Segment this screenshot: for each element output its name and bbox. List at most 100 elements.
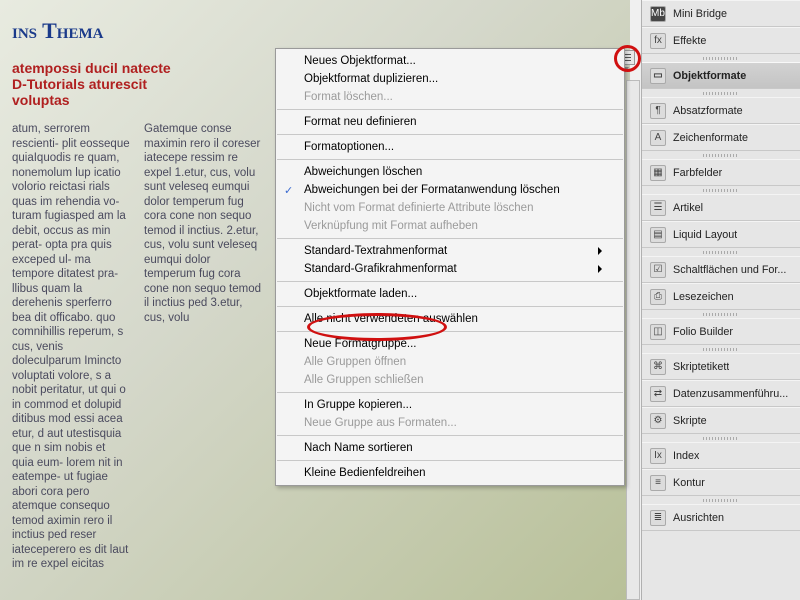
panel-icon: ≣ [650, 510, 666, 526]
menu-item-label: Objektformat duplizieren... [304, 73, 438, 85]
panel-icon: ⎙ [650, 289, 666, 305]
panel-label: Zeichenformate [673, 132, 748, 144]
panel-label: Artikel [673, 202, 703, 214]
menu-item-label: Abweichungen bei der Formatanwendung lös… [304, 184, 560, 196]
panel-group-divider [642, 345, 800, 353]
menu-item-label: Formatoptionen... [304, 141, 394, 153]
menu-item[interactable]: Objektformate laden... [276, 285, 624, 303]
panel-item[interactable]: ☑Schaltflächen und For... [642, 256, 800, 283]
panel-group-divider [642, 89, 800, 97]
objektformate-context-menu: Neues Objektformat... Objektformat dupliz… [275, 48, 625, 486]
panel-group-divider [642, 186, 800, 194]
panel-item[interactable]: ≡ Kontur [642, 469, 800, 496]
panel-label: Mini Bridge [673, 8, 727, 20]
panel-label: Datenzusammenführu... [673, 388, 788, 400]
menu-separator [277, 109, 623, 110]
panel-icon: ▦ [650, 165, 666, 181]
panel-icon: ▭ [650, 68, 666, 84]
panel-label: Kontur [673, 477, 705, 489]
menu-item-label: Standard-Grafikrahmenformat [304, 263, 457, 275]
menu-item[interactable]: Abweichungen löschen [276, 163, 624, 181]
menu-item[interactable]: Kleine Bedienfeldreihen [276, 464, 624, 482]
panel-item[interactable]: ⚙Skripte [642, 407, 800, 434]
panel-item[interactable]: ☰ Artikel [642, 194, 800, 221]
menu-separator [277, 460, 623, 461]
menu-item[interactable]: Format neu definieren [276, 113, 624, 131]
right-panel-strip: Mb Mini Bridge fxEffekte ▭ Objektformate ¶ Abs… [641, 0, 800, 600]
panel-icon: ⌘ [650, 359, 666, 375]
panel-icon: Mb [650, 6, 666, 22]
panel-item[interactable]: A Zeichenformate [642, 124, 800, 151]
menu-item-label: Verknüpfung mit Format aufheben [304, 220, 478, 232]
menu-item[interactable]: ✓Abweichungen bei der Formatanwendung lö… [276, 181, 624, 199]
menu-item[interactable]: Standard-Grafikrahmenformat [276, 260, 624, 278]
menu-separator [277, 306, 623, 307]
panel-group-divider [642, 310, 800, 318]
panel-item[interactable]: ▦Farbfelder [642, 159, 800, 186]
scrollbar[interactable] [626, 80, 640, 600]
panel-item[interactable]: ≣ Ausrichten [642, 504, 800, 531]
panel-label: Schaltflächen und For... [673, 264, 786, 276]
panel-item[interactable]: ▭ Objektformate [642, 62, 800, 89]
menu-item: Neue Gruppe aus Formaten... [276, 414, 624, 432]
panel-item[interactable]: ▤Liquid Layout [642, 221, 800, 248]
panel-item[interactable]: ⎙ Lesezeichen [642, 283, 800, 310]
menu-separator [277, 392, 623, 393]
panel-icon: A [650, 130, 666, 146]
panel-label: Lesezeichen [673, 291, 734, 303]
menu-item[interactable]: Alle nicht verwendeten auswählen [276, 310, 624, 328]
menu-item-label: Neues Objektformat... [304, 55, 416, 67]
submenu-arrow-icon [598, 265, 602, 273]
panel-icon: ⚙ [650, 413, 666, 429]
panel-label: Objektformate [673, 70, 746, 82]
menu-item-label: Neue Gruppe aus Formaten... [304, 417, 457, 429]
menu-item[interactable]: Neue Formatgruppe... [276, 335, 624, 353]
panel-icon: ¶ [650, 103, 666, 119]
menu-item[interactable]: Objektformat duplizieren... [276, 70, 624, 88]
panel-group-divider [642, 434, 800, 442]
menu-separator [277, 159, 623, 160]
menu-item: Format löschen... [276, 88, 624, 106]
panel-icon: Ix [650, 448, 666, 464]
menu-item[interactable]: In Gruppe kopieren... [276, 396, 624, 414]
menu-item-label: Alle Gruppen schließen [304, 374, 424, 386]
menu-separator [277, 134, 623, 135]
menu-item-label: Alle Gruppen öffnen [304, 356, 406, 368]
menu-separator [277, 331, 623, 332]
panel-icon: ◫ [650, 324, 666, 340]
menu-item-label: In Gruppe kopieren... [304, 399, 412, 411]
panel-icon: ≡ [650, 475, 666, 491]
panel-label: Folio Builder [673, 326, 733, 338]
panel-icon: ⇄ [650, 386, 666, 402]
panel-icon: ☰ [650, 200, 666, 216]
panel-item[interactable]: Mb Mini Bridge [642, 0, 800, 27]
panel-item[interactable]: ¶ Absatzformate [642, 97, 800, 124]
panel-item[interactable]: ◫ Folio Builder [642, 318, 800, 345]
panel-label: Skriptetikett [673, 361, 729, 373]
menu-item-label: Alle nicht verwendeten auswählen [304, 313, 478, 325]
menu-item[interactable]: Formatoptionen... [276, 138, 624, 156]
menu-item[interactable]: Neues Objektformat... [276, 52, 624, 70]
menu-item: Alle Gruppen öffnen [276, 353, 624, 371]
panel-group-divider [642, 496, 800, 504]
menu-item[interactable]: Standard-Textrahmenformat [276, 242, 624, 260]
menu-separator [277, 238, 623, 239]
menu-item: Nicht vom Format definierte Attribute lö… [276, 199, 624, 217]
menu-item-label: Nicht vom Format definierte Attribute lö… [304, 202, 533, 214]
text-column-1: atum, serrorem rescienti- plit eosseque … [12, 122, 130, 578]
panel-item[interactable]: IxIndex [642, 442, 800, 469]
menu-item-label: Nach Name sortieren [304, 442, 413, 454]
menu-item[interactable]: Nach Name sortieren [276, 439, 624, 457]
menu-separator [277, 435, 623, 436]
panel-item[interactable]: ⇄ Datenzusammenführu... [642, 380, 800, 407]
panel-icon: fx [650, 33, 666, 49]
submenu-arrow-icon [598, 247, 602, 255]
panel-label: Absatzformate [673, 105, 743, 117]
panel-item[interactable]: ⌘ Skriptetikett [642, 353, 800, 380]
menu-separator [277, 281, 623, 282]
panel-label: Ausrichten [673, 512, 724, 524]
menu-item-label: Objektformate laden... [304, 288, 417, 300]
panel-item[interactable]: fxEffekte [642, 27, 800, 54]
menu-item-label: Kleine Bedienfeldreihen [304, 467, 425, 479]
menu-item: Alle Gruppen schließen [276, 371, 624, 389]
